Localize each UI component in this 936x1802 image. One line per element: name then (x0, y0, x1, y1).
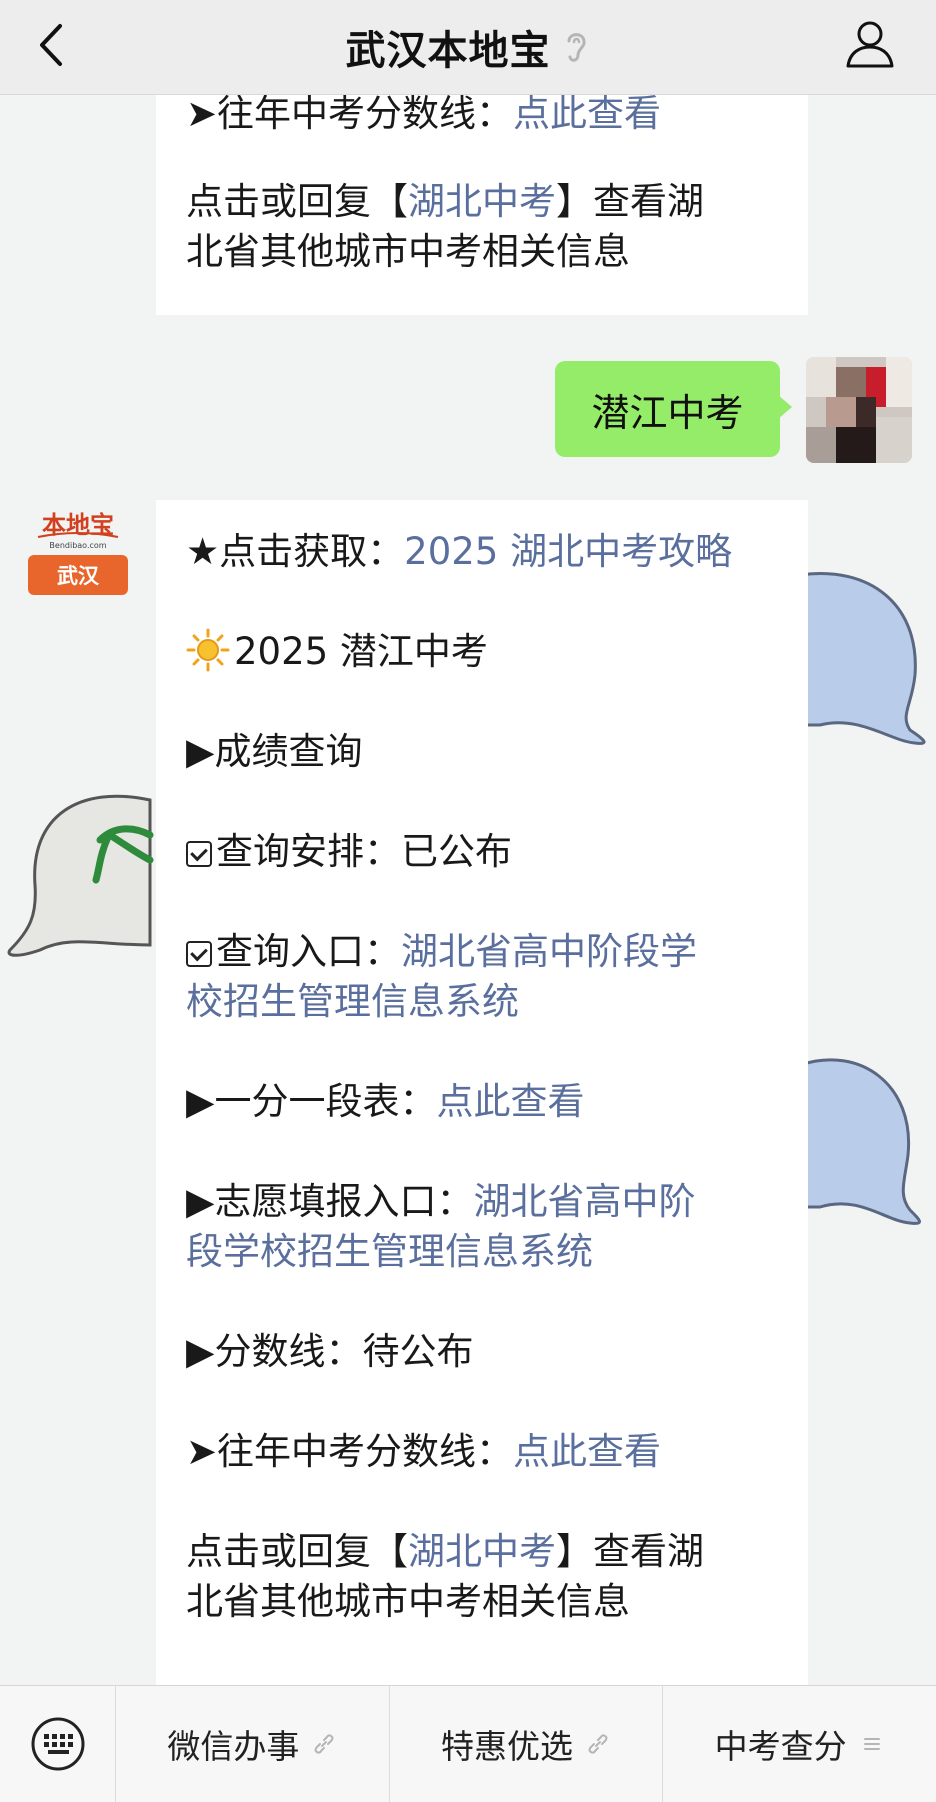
bottom-menu-bar: 微信办事 特惠优选 中考查分 (0, 1685, 936, 1802)
link-enrollment-system[interactable]: 校招生管理信息系统 (186, 977, 796, 1027)
text-line: ▶志愿填报入口：湖北省高中阶 (186, 1177, 796, 1227)
ear-icon (567, 33, 586, 62)
keyboard-toggle[interactable] (0, 1686, 116, 1802)
link-view-score-lines[interactable]: 点此查看 (513, 95, 661, 135)
text-line: 2025 潜江中考 (186, 627, 796, 677)
text-line: 北省其他城市中考相关信息 (186, 230, 630, 273)
text-line: 北省其他城市中考相关信息 (186, 1580, 630, 1623)
user-avatar[interactable] (806, 357, 912, 463)
text-line: 查询入口：湖北省高中阶段学 (186, 927, 796, 977)
text-label: 查询安排： (216, 830, 401, 873)
list-icon (863, 1738, 880, 1750)
link-strategy[interactable]: 2025 湖北中考攻略 (404, 530, 732, 573)
menu-label: 特惠优选 (441, 1727, 573, 1766)
link-past-score-lines[interactable]: 点此查看 (513, 1430, 661, 1473)
sun-icon (186, 628, 230, 672)
chat-area[interactable]: ➤往年中考分数线：点此查看 点击或回复【湖北中考】查看湖 北省其他城市中考相关信… (0, 95, 936, 1685)
checkbox-icon (186, 941, 212, 967)
text-line: ★点击获取：2025 湖北中考攻略 (186, 527, 796, 577)
logo-subtext: Bendibao.com (49, 541, 106, 550)
outgoing-message-bubble[interactable]: 潜江中考 (555, 361, 792, 457)
text-line: ▶分数线：待公布 (186, 1327, 796, 1377)
text-label: 查询入口： (216, 930, 401, 973)
text-line: ▶成绩查询 (186, 730, 363, 773)
top-nav-bar: 武汉本地宝 (0, 0, 936, 95)
text-label: 】查看湖 (556, 180, 704, 223)
text-label: 点击或回复【 (186, 1530, 408, 1573)
link-application-system[interactable]: 湖北省高中阶 (473, 1180, 695, 1223)
keyboard-icon (31, 1717, 84, 1771)
text-label: ▶分数线： (186, 1330, 363, 1373)
text-label: ▶一分一段表： (186, 1080, 437, 1123)
link-hubei-zhongkao[interactable]: 湖北中考 (408, 180, 556, 223)
section-title: 2025 潜江中考 (234, 630, 488, 673)
article-message: ★点击获取：2025 湖北中考攻略 2025 潜江中考 ▶成绩查询 查询安排：已… (156, 500, 808, 1685)
menu-label: 中考查分 (714, 1727, 847, 1766)
profile-icon[interactable] (842, 16, 898, 72)
text-label: ➤往年中考分数线： (186, 1430, 514, 1473)
menu-exam-score-check[interactable]: 中考查分 (663, 1686, 936, 1802)
article-message: ➤往年中考分数线：点此查看 点击或回复【湖北中考】查看湖 北省其他城市中考相关信… (156, 95, 808, 315)
link-enrollment-system[interactable]: 湖北省高中阶段学 (401, 930, 697, 973)
text-value: 已公布 (401, 830, 512, 873)
logo-city: 武汉 (57, 564, 100, 588)
link-icon (314, 1734, 334, 1754)
text-label: ➤往年中考分数线： (186, 95, 514, 135)
text-line: ➤往年中考分数线：点此查看 (186, 1427, 796, 1477)
text-label: 点击或回复【 (186, 180, 408, 223)
checkbox-icon (186, 841, 212, 867)
text-label: ▶志愿填报入口： (186, 1180, 474, 1223)
menu-label: 微信办事 (167, 1727, 300, 1766)
text-label: ★点击获取： (186, 530, 405, 573)
menu-special-offers[interactable]: 特惠优选 (390, 1686, 664, 1802)
text-line: 点击或回复【湖北中考】查看湖 (186, 177, 796, 227)
title-group: 武汉本地宝 (0, 0, 936, 94)
bendibao-logo-avatar[interactable]: 本地宝 Bendibao.com 武汉 (26, 505, 130, 597)
account-title: 武汉本地宝 (345, 28, 551, 74)
text-value: 待公布 (362, 1330, 474, 1373)
text-line: ▶一分一段表：点此查看 (186, 1077, 796, 1127)
text-label: 】查看湖 (556, 1530, 704, 1573)
link-application-system[interactable]: 段学校招生管理信息系统 (186, 1227, 796, 1277)
link-score-table[interactable]: 点此查看 (436, 1080, 584, 1123)
text-line: 点击或回复【湖北中考】查看湖 (186, 1527, 796, 1577)
text-line: ➤往年中考分数线：点此查看 (186, 95, 796, 139)
menu-wechat-services[interactable]: 微信办事 (116, 1686, 390, 1802)
background-doodle (7, 794, 154, 957)
link-hubei-zhongkao[interactable]: 湖北中考 (408, 1530, 556, 1573)
text-line: 查询安排：已公布 (186, 827, 796, 877)
link-icon (588, 1734, 608, 1754)
